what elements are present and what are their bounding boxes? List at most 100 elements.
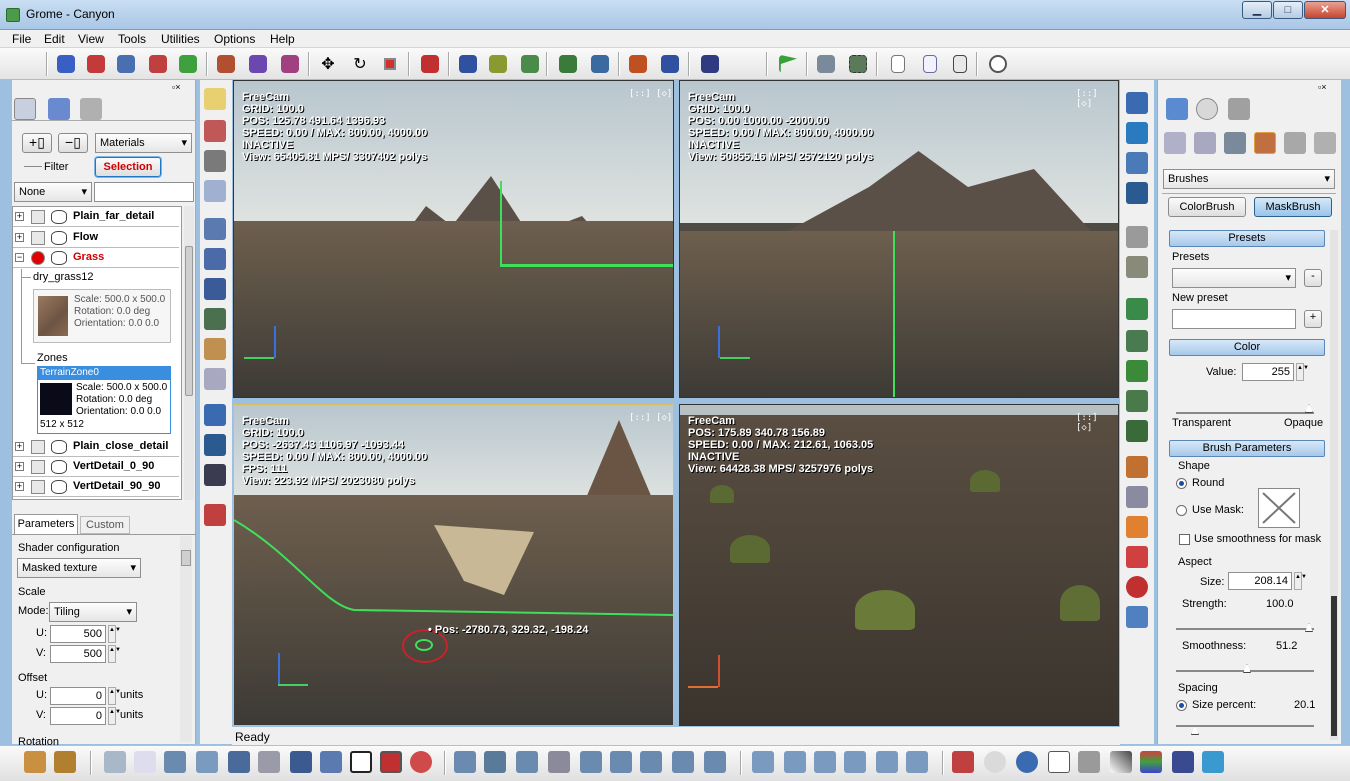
brush-icon[interactable]: [214, 52, 238, 76]
mask-export-icon[interactable]: [1126, 420, 1148, 442]
color-value-input[interactable]: 255: [1242, 363, 1294, 381]
remove-layer-button[interactable]: −▯: [58, 133, 88, 153]
close-button[interactable]: ✕: [1304, 1, 1346, 19]
paint-layers-icon[interactable]: [952, 751, 974, 773]
menu-utilities[interactable]: Utilities: [161, 32, 200, 46]
gradient-icon[interactable]: [1126, 546, 1148, 568]
brush-tool-tab-icon[interactable]: [1254, 132, 1276, 154]
viewport-bottom-right[interactable]: FreeCam POS: 175.89 340.78 156.89 SPEED: 0…: [679, 404, 1119, 726]
road-tool-icon[interactable]: [580, 751, 602, 773]
shader-config-combo[interactable]: Masked texture: [17, 558, 141, 578]
layer-tree-scrollbar[interactable]: [184, 206, 194, 500]
eraser-icon[interactable]: [278, 52, 302, 76]
road-tool-icon[interactable]: [548, 751, 570, 773]
tab-parameters[interactable]: Parameters: [14, 514, 78, 534]
object-add-icon[interactable]: [456, 52, 480, 76]
mask-picker[interactable]: [1258, 488, 1300, 528]
object-paint-icon[interactable]: [518, 52, 542, 76]
splash-icon[interactable]: [1126, 152, 1148, 174]
flag-icon[interactable]: [776, 52, 800, 76]
star-burst-icon[interactable]: [1016, 751, 1038, 773]
object-tab-icon[interactable]: [1228, 98, 1250, 120]
book-icon[interactable]: [204, 150, 226, 172]
use-mask-radio[interactable]: [1176, 505, 1187, 516]
add-preset-button[interactable]: +: [1304, 310, 1322, 328]
brush-tool-tab-icon[interactable]: [1194, 132, 1216, 154]
layer-visible-checkbox[interactable]: [31, 440, 45, 454]
terrain-view-icon[interactable]: [204, 278, 226, 300]
panel-icon[interactable]: [290, 751, 312, 773]
scroll-thumb[interactable]: [1331, 596, 1337, 736]
menu-options[interactable]: Options: [214, 32, 255, 46]
terrain-view-icon[interactable]: [204, 308, 226, 330]
expand-icon[interactable]: +: [15, 233, 24, 242]
road-tool-icon[interactable]: [672, 751, 694, 773]
terrain-preview-icon[interactable]: [164, 751, 186, 773]
scroll-thumb[interactable]: [185, 246, 193, 396]
terrain-layer-icon[interactable]: [54, 751, 76, 773]
strength-slider[interactable]: [1176, 628, 1314, 630]
keyboard-icon[interactable]: [204, 464, 226, 486]
mask-transfer-icon[interactable]: [1126, 330, 1148, 352]
globe-icon[interactable]: [1196, 98, 1218, 120]
terrain-view-icon[interactable]: [204, 248, 226, 270]
scale-v-input[interactable]: 500: [50, 645, 106, 663]
brushes-combo[interactable]: Brushes: [1163, 169, 1335, 189]
document-list-icon[interactable]: [948, 52, 972, 76]
menu-tools[interactable]: Tools: [118, 32, 146, 46]
spacing-slider-thumb[interactable]: [1191, 726, 1199, 735]
warning-icon[interactable]: [1126, 516, 1148, 538]
stop-icon[interactable]: [380, 751, 402, 773]
material-tab-icon[interactable]: [48, 98, 70, 120]
nodes-icon[interactable]: [410, 751, 432, 773]
plugin-icon[interactable]: [204, 368, 226, 390]
viewport-controls[interactable]: [::] [◇]: [629, 89, 672, 99]
terrain-view-icon[interactable]: [204, 218, 226, 240]
road-tool-icon[interactable]: [610, 751, 632, 773]
filter-none-combo[interactable]: None: [14, 182, 92, 202]
viewport-controls[interactable]: [::] [◇]: [1076, 89, 1118, 109]
menu-view[interactable]: View: [78, 32, 104, 46]
layer-row[interactable]: + VertDetail_90_90: [13, 477, 179, 497]
brush-tool-tab-icon[interactable]: [1164, 132, 1186, 154]
selection-button[interactable]: Selection: [95, 157, 161, 177]
material-info-card[interactable]: Scale: 500.0 x 500.0 Rotation: 0.0 deg O…: [33, 289, 171, 343]
import-icon[interactable]: [556, 52, 580, 76]
layer-stack-icon[interactable]: [1126, 182, 1148, 204]
brush-panel-scrollbar[interactable]: [1330, 230, 1338, 740]
offset-u-spinner[interactable]: ▲▼: [108, 687, 121, 705]
viewport-bottom-left[interactable]: • Pos: -2780.73, 329.32, -198.24 FreeCam…: [233, 404, 674, 726]
network-icon[interactable]: [1202, 751, 1224, 773]
mountain-view-icon[interactable]: [752, 751, 774, 773]
viewport-controls[interactable]: [::] [◇]: [1076, 413, 1118, 433]
document-icon[interactable]: [886, 52, 910, 76]
terrain-layer-tab-icon[interactable]: [14, 98, 36, 120]
object-tab-icon[interactable]: [80, 98, 102, 120]
info-icon[interactable]: [134, 751, 156, 773]
brush-parameters-header[interactable]: Brush Parameters: [1169, 440, 1325, 457]
round-radio[interactable]: [1176, 478, 1187, 489]
scroll-thumb[interactable]: [181, 550, 191, 566]
checker-icon[interactable]: [350, 751, 372, 773]
brush-tool-tab-icon[interactable]: [1284, 132, 1306, 154]
texture-tool-icon[interactable]: [204, 120, 226, 142]
remove-preset-button[interactable]: -: [1304, 269, 1322, 287]
spline-check-icon[interactable]: [176, 52, 200, 76]
size-input[interactable]: 208.14: [1228, 572, 1292, 590]
scale-v-spinner[interactable]: ▲▼: [108, 645, 121, 663]
spline-edit-icon[interactable]: [146, 52, 170, 76]
color-stack-icon[interactable]: [1140, 751, 1162, 773]
water-icon[interactable]: [1126, 122, 1148, 144]
expand-icon[interactable]: +: [15, 212, 24, 221]
presets-header[interactable]: Presets: [1169, 230, 1325, 247]
offset-u-input[interactable]: 0: [50, 687, 106, 705]
opacity-slider[interactable]: [1176, 412, 1314, 414]
mode-combo[interactable]: Tiling: [49, 602, 137, 622]
eye-icon[interactable]: [51, 480, 67, 494]
save-objects-icon[interactable]: [698, 52, 722, 76]
brush-tool-tab-icon[interactable]: [1224, 132, 1246, 154]
color-header[interactable]: Color: [1169, 339, 1325, 356]
heightmap-icon[interactable]: [104, 751, 126, 773]
rotate-icon[interactable]: ↻: [348, 52, 372, 76]
menu-edit[interactable]: Edit: [44, 32, 65, 46]
